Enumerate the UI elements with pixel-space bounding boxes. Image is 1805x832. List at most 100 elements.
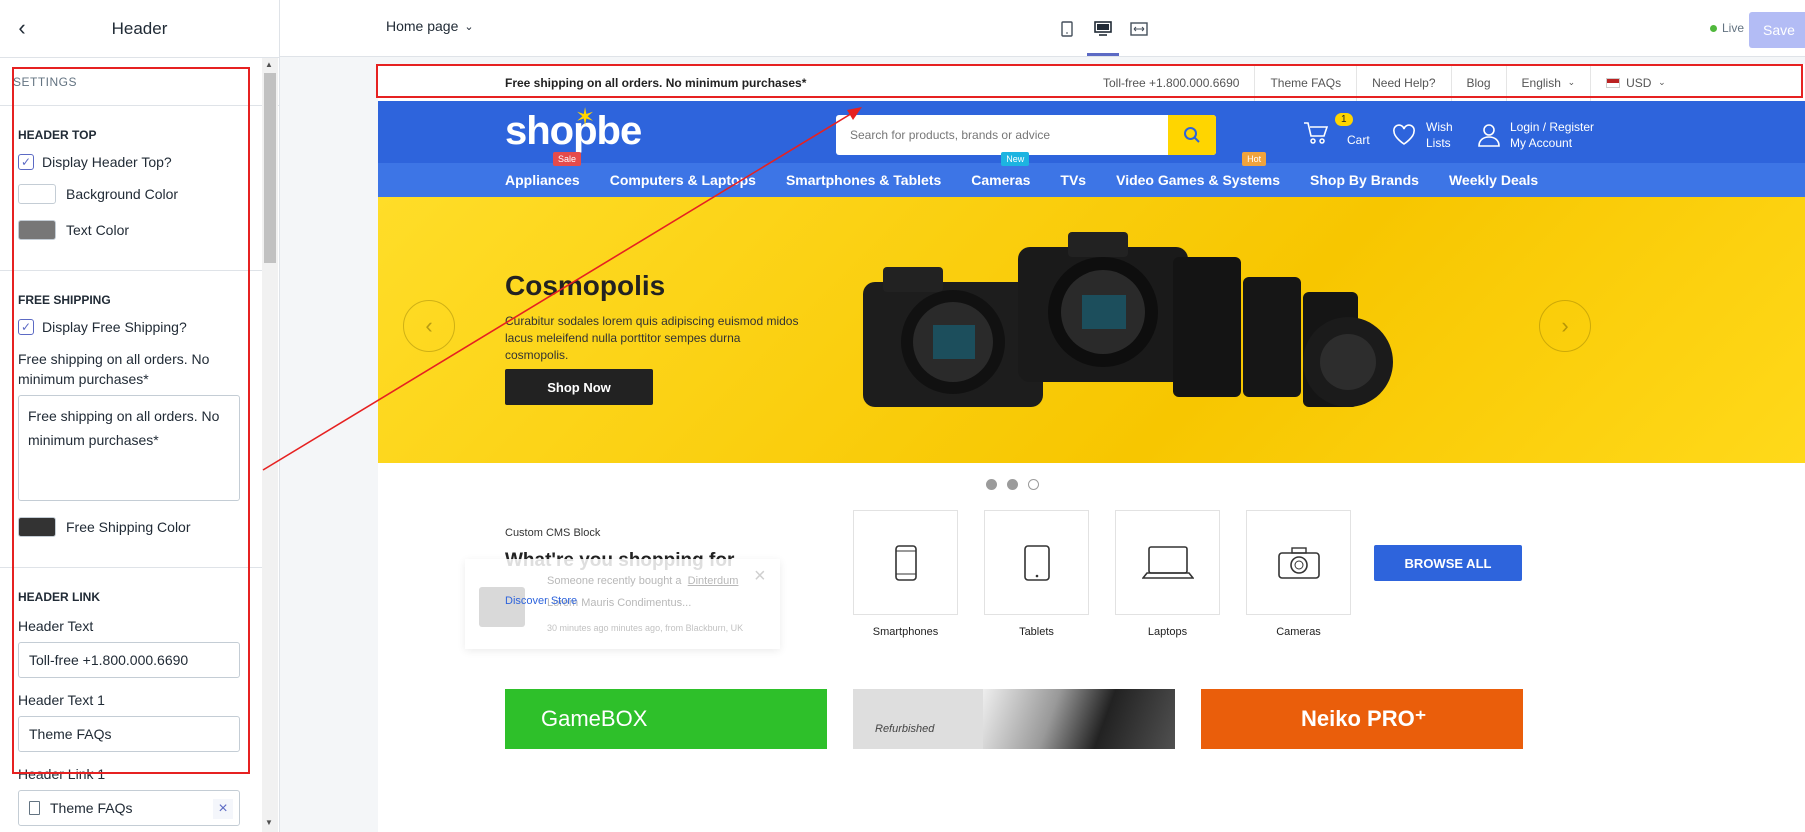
nav-item-computers[interactable]: Computers & Laptops bbox=[610, 172, 756, 188]
slider-dot[interactable] bbox=[986, 479, 997, 490]
account-link[interactable]: Login / Register My Account bbox=[1478, 119, 1594, 151]
store-search-input[interactable]: Search for products, brands or advice bbox=[836, 115, 1216, 155]
heart-icon bbox=[1393, 124, 1415, 145]
nav-item-tvs[interactable]: TVs bbox=[1060, 172, 1086, 188]
neiko-pro-label: Neiko PRO⁺ bbox=[1301, 706, 1427, 731]
slider-dot[interactable] bbox=[1028, 479, 1039, 490]
shop-now-button[interactable]: Shop Now bbox=[505, 369, 653, 405]
text-color-swatch[interactable] bbox=[18, 220, 56, 240]
search-placeholder: Search for products, brands or advice bbox=[850, 128, 1051, 142]
popup-close-icon[interactable]: × bbox=[754, 565, 766, 588]
remove-link-icon[interactable]: × bbox=[213, 799, 233, 819]
free-shipping-color-swatch[interactable] bbox=[18, 517, 56, 537]
free-shipping-field-label: Free shipping on all orders. No minimum … bbox=[18, 351, 210, 387]
scroll-down-arrow-icon[interactable]: ▼ bbox=[265, 818, 273, 827]
header-text-1-input[interactable]: Theme FAQs bbox=[18, 716, 240, 752]
promo-banners: GameBOX Refurbished Neiko PRO⁺ bbox=[505, 689, 1523, 749]
chevron-down-icon: ⌄ bbox=[464, 20, 474, 33]
header-text-1-label: Header Text 1 bbox=[18, 692, 105, 708]
currency-selector[interactable]: USD ⌄ bbox=[1590, 64, 1681, 101]
page-selector[interactable]: Home page ⌄ bbox=[386, 18, 474, 34]
language-label: English bbox=[1521, 75, 1561, 90]
free-shipping-color-label: Free Shipping Color bbox=[66, 519, 191, 535]
nav-label: Appliances bbox=[505, 172, 580, 188]
fullscreen-view-icon[interactable] bbox=[1127, 16, 1151, 42]
page-selector-label: Home page bbox=[386, 18, 459, 34]
cart-count-badge: 1 bbox=[1335, 113, 1353, 126]
blog-link[interactable]: Blog bbox=[1450, 64, 1506, 101]
store-header-top: Free shipping on all orders. No minimum … bbox=[378, 64, 1805, 101]
category-smartphones[interactable]: Smartphones bbox=[853, 510, 958, 638]
wishlist-line2: Lists bbox=[1426, 136, 1451, 150]
theme-faqs-link[interactable]: Theme FAQs bbox=[1254, 64, 1356, 101]
popup-someone-prefix: Someone recently bought a bbox=[547, 575, 682, 587]
category-cameras[interactable]: Cameras bbox=[1246, 510, 1351, 638]
header-link-1-picker[interactable]: Theme FAQs × bbox=[18, 790, 240, 826]
background-color-label: Background Color bbox=[66, 186, 179, 202]
hot-badge: Hot bbox=[1242, 152, 1267, 166]
store-logo[interactable]: shopbe bbox=[505, 109, 642, 154]
sidebar-title: Header bbox=[111, 18, 168, 38]
theme-settings-sidebar: ‹ Header SETTINGS HEADER TOP ✓ Display H… bbox=[0, 0, 280, 832]
nav-label: TVs bbox=[1060, 172, 1087, 188]
save-button[interactable]: Save bbox=[1749, 12, 1805, 48]
header-text-input[interactable]: Toll-free +1.800.000.6690 bbox=[18, 642, 240, 678]
logo-sun-icon: ✶ bbox=[575, 104, 596, 131]
nav-item-appliances[interactable]: Appliances Sale bbox=[505, 152, 582, 188]
nav-item-weekly-deals[interactable]: Weekly Deals bbox=[1449, 172, 1538, 188]
smartphone-icon bbox=[853, 510, 958, 615]
search-button[interactable] bbox=[1168, 115, 1216, 155]
hero-prev-arrow-icon[interactable]: ‹ bbox=[403, 300, 455, 352]
free-shipping-textarea[interactable]: Free shipping on all orders. No minimum … bbox=[18, 395, 240, 501]
sidebar-scrollbar-thumb[interactable] bbox=[264, 73, 276, 263]
slider-dots bbox=[986, 479, 1039, 490]
sidebar-scroll-area[interactable]: SETTINGS HEADER TOP ✓ Display Header Top… bbox=[0, 58, 280, 832]
text-color-label: Text Color bbox=[66, 222, 130, 238]
search-icon bbox=[1184, 127, 1200, 143]
popup-time-text: 30 minutes ago minutes ago, from Blackbu… bbox=[547, 623, 744, 633]
gamebox-banner[interactable]: GameBOX bbox=[505, 689, 827, 749]
display-free-shipping-checkbox-row[interactable]: ✓ Display Free Shipping? bbox=[18, 319, 244, 335]
login-register-label: Login / Register bbox=[1510, 120, 1595, 134]
hero-next-arrow-icon[interactable]: › bbox=[1539, 300, 1591, 352]
sidebar-header: ‹ Header bbox=[0, 0, 279, 58]
mobile-view-icon[interactable] bbox=[1055, 16, 1079, 42]
nav-item-smartphones[interactable]: Smartphones & Tablets bbox=[786, 172, 941, 188]
refurbished-banner[interactable]: Refurbished bbox=[853, 689, 1175, 749]
scroll-up-arrow-icon[interactable]: ▲ bbox=[265, 60, 273, 69]
browse-all-button[interactable]: BROWSE ALL bbox=[1374, 545, 1522, 581]
checkbox-checked-icon[interactable]: ✓ bbox=[18, 319, 34, 335]
neiko-pro-banner[interactable]: Neiko PRO⁺ bbox=[1201, 689, 1523, 749]
nav-label: Cameras bbox=[971, 172, 1031, 188]
display-header-top-checkbox-row[interactable]: ✓ Display Header Top? bbox=[18, 154, 244, 170]
checkbox-checked-icon[interactable]: ✓ bbox=[18, 154, 34, 170]
popup-buyer-link[interactable]: Dinterdum bbox=[688, 575, 739, 587]
need-help-link[interactable]: Need Help? bbox=[1356, 64, 1450, 101]
refurbished-phone-image bbox=[983, 689, 1175, 749]
nav-item-cameras[interactable]: Cameras New bbox=[971, 152, 1031, 188]
nav-label: Computers & Laptops bbox=[609, 172, 756, 188]
category-tablets[interactable]: Tablets bbox=[984, 510, 1089, 638]
wishlist-link[interactable]: Wish Lists bbox=[1392, 119, 1453, 151]
hero-title: Cosmopolis bbox=[505, 270, 666, 301]
desktop-view-icon[interactable] bbox=[1087, 16, 1119, 56]
free-shipping-color-row[interactable]: Free Shipping Color bbox=[18, 517, 244, 537]
slider-dot[interactable] bbox=[1007, 479, 1018, 490]
background-color-row[interactable]: Background Color bbox=[18, 184, 244, 204]
text-color-row[interactable]: Text Color bbox=[18, 220, 244, 240]
background-color-swatch[interactable] bbox=[18, 184, 56, 204]
nav-item-brands[interactable]: Shop By Brands bbox=[1310, 172, 1419, 188]
gamebox-label: GameBOX bbox=[541, 706, 648, 731]
back-arrow-icon[interactable]: ‹ bbox=[10, 15, 34, 40]
phone-link[interactable]: Toll-free +1.800.000.6690 bbox=[1088, 64, 1254, 101]
hero-slider: ‹ Cosmopolis Curabitur sodales lorem qui… bbox=[378, 197, 1805, 463]
category-laptops[interactable]: Laptops bbox=[1115, 510, 1220, 638]
store-main-header: shopbe ✶ Search for products, brands or … bbox=[378, 101, 1805, 163]
cart-link[interactable]: 1 Cart bbox=[1303, 113, 1370, 147]
sale-badge: Sale bbox=[553, 152, 582, 166]
refurbished-label: Refurbished bbox=[875, 723, 935, 735]
discover-store-link[interactable]: Discover Store bbox=[505, 595, 577, 607]
language-selector[interactable]: English ⌄ bbox=[1505, 64, 1591, 101]
nav-item-video-games[interactable]: Video Games & Systems Hot bbox=[1116, 152, 1280, 188]
header-link-heading: HEADER LINK bbox=[18, 590, 101, 604]
